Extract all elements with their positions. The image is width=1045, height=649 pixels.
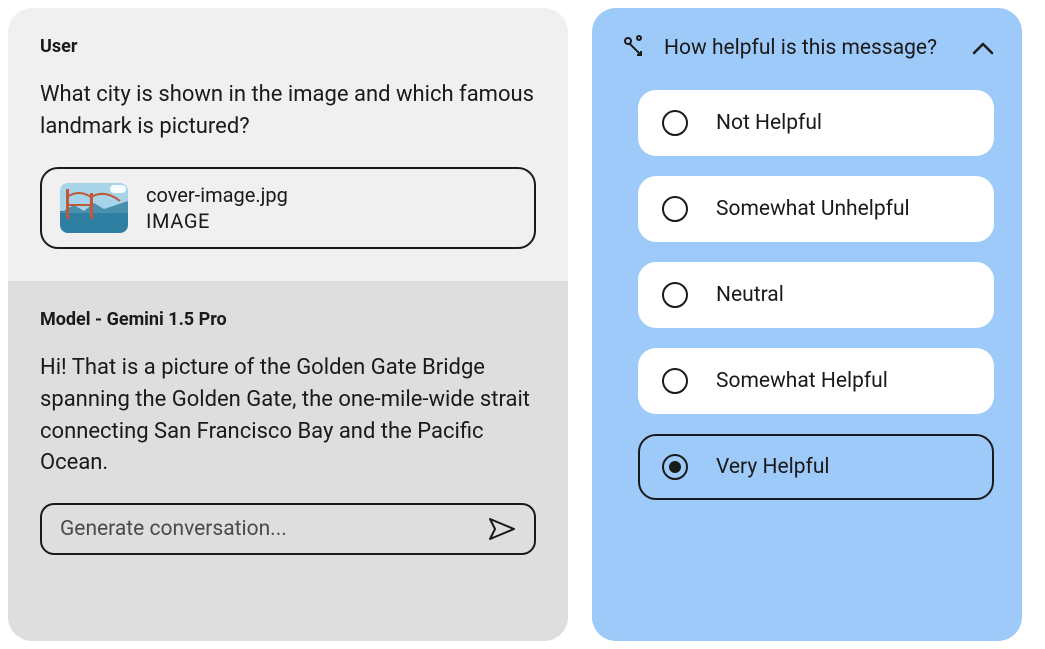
model-section: Model - Gemini 1.5 Pro Hi! That is a pic… [8, 281, 568, 641]
rating-option-somewhat-helpful[interactable]: Somewhat Helpful [638, 348, 994, 414]
chevron-up-icon[interactable] [972, 41, 994, 55]
attachment-chip[interactable]: cover-image.jpg IMAGE [40, 167, 536, 249]
attachment-filename: cover-image.jpg [146, 183, 288, 207]
rating-option-neutral[interactable]: Neutral [638, 262, 994, 328]
rating-option-somewhat-unhelpful[interactable]: Somewhat Unhelpful [638, 176, 994, 242]
option-label: Neutral [716, 283, 784, 307]
rating-option-very-helpful[interactable]: Very Helpful [638, 434, 994, 500]
conversation-card: User What city is shown in the image and… [8, 8, 568, 641]
send-icon[interactable] [488, 517, 516, 541]
conversation-input[interactable]: Generate conversation... [40, 503, 536, 555]
rating-header[interactable]: How helpful is this message? [620, 34, 994, 62]
radio-icon [662, 282, 688, 308]
radio-icon [662, 368, 688, 394]
user-question: What city is shown in the image and whic… [40, 79, 536, 143]
option-label: Not Helpful [716, 111, 822, 135]
rating-option-not-helpful[interactable]: Not Helpful [638, 90, 994, 156]
option-label: Somewhat Unhelpful [716, 197, 910, 221]
model-label: Model - Gemini 1.5 Pro [40, 309, 536, 330]
radio-selected-icon [662, 454, 688, 480]
attachment-thumbnail [60, 183, 128, 233]
radio-icon [662, 110, 688, 136]
model-answer: Hi! That is a picture of the Golden Gate… [40, 352, 536, 480]
rating-title: How helpful is this message? [664, 36, 956, 60]
rating-options: Not Helpful Somewhat Unhelpful Neutral S… [620, 90, 994, 500]
attachment-meta: cover-image.jpg IMAGE [146, 183, 288, 233]
rating-panel: How helpful is this message? Not Helpful… [592, 8, 1022, 641]
suggest-icon [620, 34, 648, 62]
user-section: User What city is shown in the image and… [8, 8, 568, 281]
option-label: Somewhat Helpful [716, 369, 888, 393]
option-label: Very Helpful [716, 455, 830, 479]
radio-icon [662, 196, 688, 222]
attachment-type: IMAGE [146, 209, 288, 233]
input-placeholder: Generate conversation... [60, 517, 287, 541]
user-label: User [40, 36, 536, 57]
